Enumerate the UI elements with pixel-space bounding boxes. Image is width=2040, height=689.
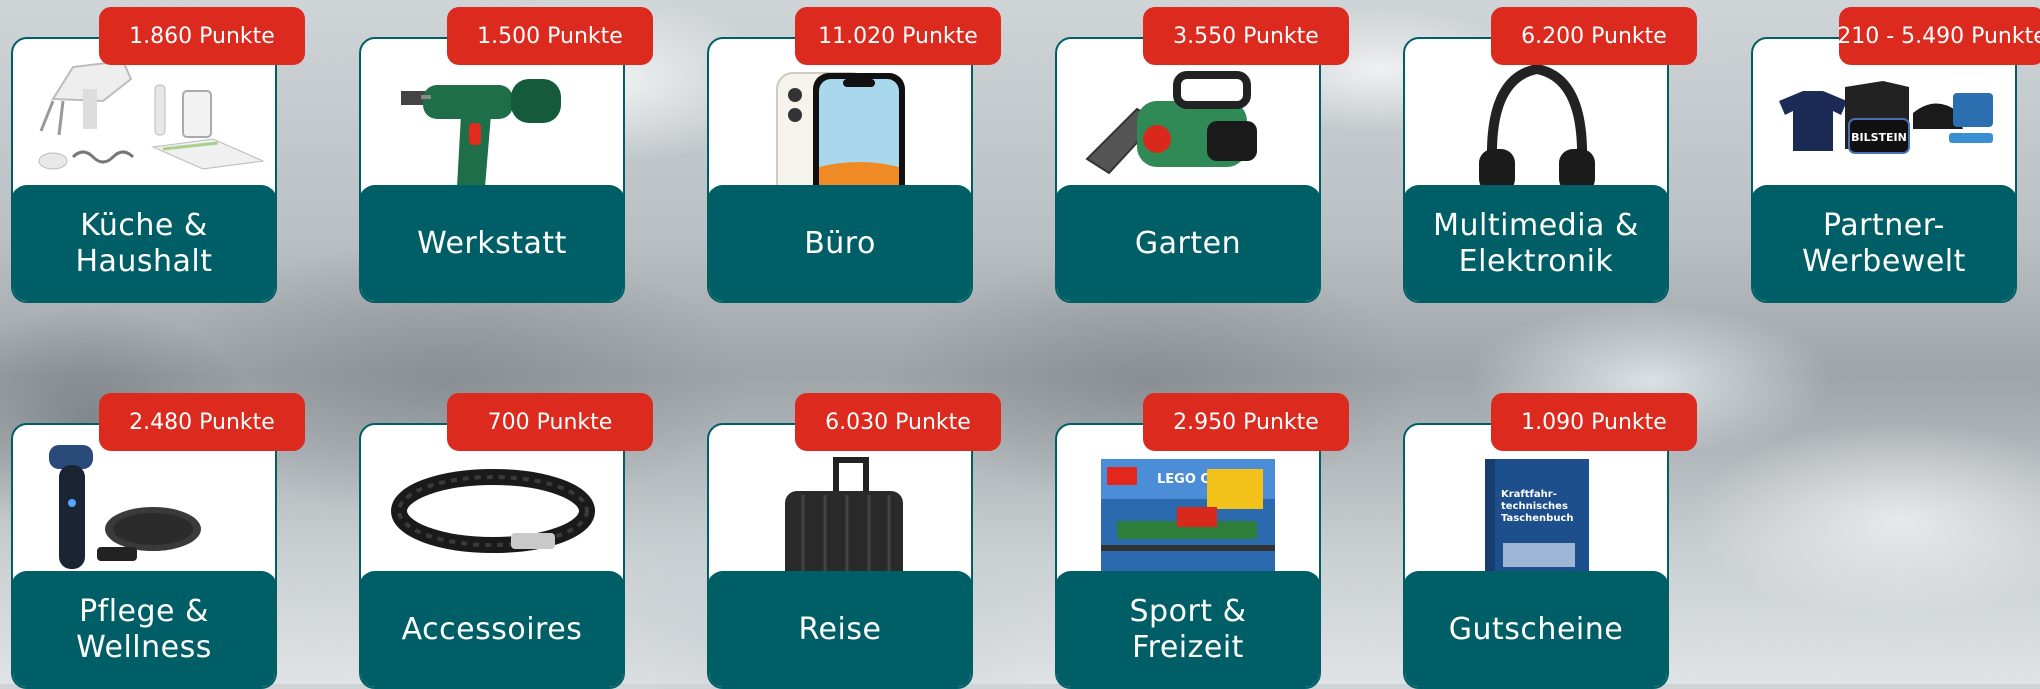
card-frame: Multimedia & Elektronik — [1403, 37, 1669, 303]
category-label: Multimedia & Elektronik — [1405, 185, 1667, 301]
category-label: Partner-Werbewelt — [1753, 185, 2015, 301]
card-frame: Werkstatt — [359, 37, 625, 303]
points-badge: 1.860 Punkte — [99, 7, 305, 65]
category-card-garten[interactable]: Garten 3.550 Punkte — [1055, 7, 1349, 303]
category-label: Pflege & Wellness — [13, 571, 275, 687]
points-badge: 1.090 Punkte — [1491, 393, 1697, 451]
card-frame: Büro — [707, 37, 973, 303]
points-badge: 6.200 Punkte — [1491, 7, 1697, 65]
card-frame: BILSTEIN Partner-Werbewelt — [1751, 37, 2017, 303]
category-label: Küche & Haushalt — [13, 185, 275, 301]
svg-text:Kraftfahr-: Kraftfahr- — [1501, 489, 1557, 500]
svg-text:technisches: technisches — [1501, 501, 1568, 512]
points-badge: 700 Punkte — [447, 393, 653, 451]
points-badge: 3.550 Punkte — [1143, 7, 1349, 65]
category-card-buero[interactable]: Büro 11.020 Punkte — [707, 7, 1001, 303]
category-card-partner-werbewelt[interactable]: BILSTEIN Partner-Werbewelt 210 - 5.490 P… — [1751, 7, 2040, 303]
category-card-multimedia-elektronik[interactable]: Multimedia & Elektronik 6.200 Punkte — [1403, 7, 1697, 303]
points-badge: 210 - 5.490 Punkte — [1837, 7, 2040, 65]
card-frame: Garten — [1055, 37, 1321, 303]
category-card-gutscheine[interactable]: Kraftfahr- technisches Taschenbuch Gutsc… — [1403, 393, 1697, 689]
card-frame: Reise — [707, 423, 973, 689]
category-card-reise[interactable]: Reise 6.030 Punkte — [707, 393, 1001, 689]
category-label: Accessoires — [361, 571, 623, 687]
svg-text:Taschenbuch: Taschenbuch — [1501, 513, 1574, 524]
points-badge: 2.480 Punkte — [99, 393, 305, 451]
points-badge: 6.030 Punkte — [795, 393, 1001, 451]
category-label: Werkstatt — [361, 185, 623, 301]
card-frame: Kraftfahr- technisches Taschenbuch Gutsc… — [1403, 423, 1669, 689]
category-label: Büro — [709, 185, 971, 301]
card-frame: Küche & Haushalt — [11, 37, 277, 303]
svg-text:BILSTEIN: BILSTEIN — [1851, 131, 1907, 144]
points-badge: 11.020 Punkte — [795, 7, 1001, 65]
category-card-accessoires[interactable]: Accessoires 700 Punkte — [359, 393, 653, 689]
category-card-kueche-haushalt[interactable]: Küche & Haushalt 1.860 Punkte — [11, 7, 305, 303]
category-label: Sport & Freizeit — [1057, 571, 1319, 687]
category-card-werkstatt[interactable]: Werkstatt 1.500 Punkte — [359, 7, 653, 303]
category-card-pflege-wellness[interactable]: Pflege & Wellness 2.480 Punkte — [11, 393, 305, 689]
category-label: Gutscheine — [1405, 571, 1667, 687]
category-label: Reise — [709, 571, 971, 687]
category-card-sport-freizeit[interactable]: LEGO CITY Sport & Freizeit 2.950 Punkte — [1055, 393, 1349, 689]
points-badge: 1.500 Punkte — [447, 7, 653, 65]
card-frame: Pflege & Wellness — [11, 423, 277, 689]
category-label: Garten — [1057, 185, 1319, 301]
card-frame: LEGO CITY Sport & Freizeit — [1055, 423, 1321, 689]
card-frame: Accessoires — [359, 423, 625, 689]
points-badge: 2.950 Punkte — [1143, 393, 1349, 451]
